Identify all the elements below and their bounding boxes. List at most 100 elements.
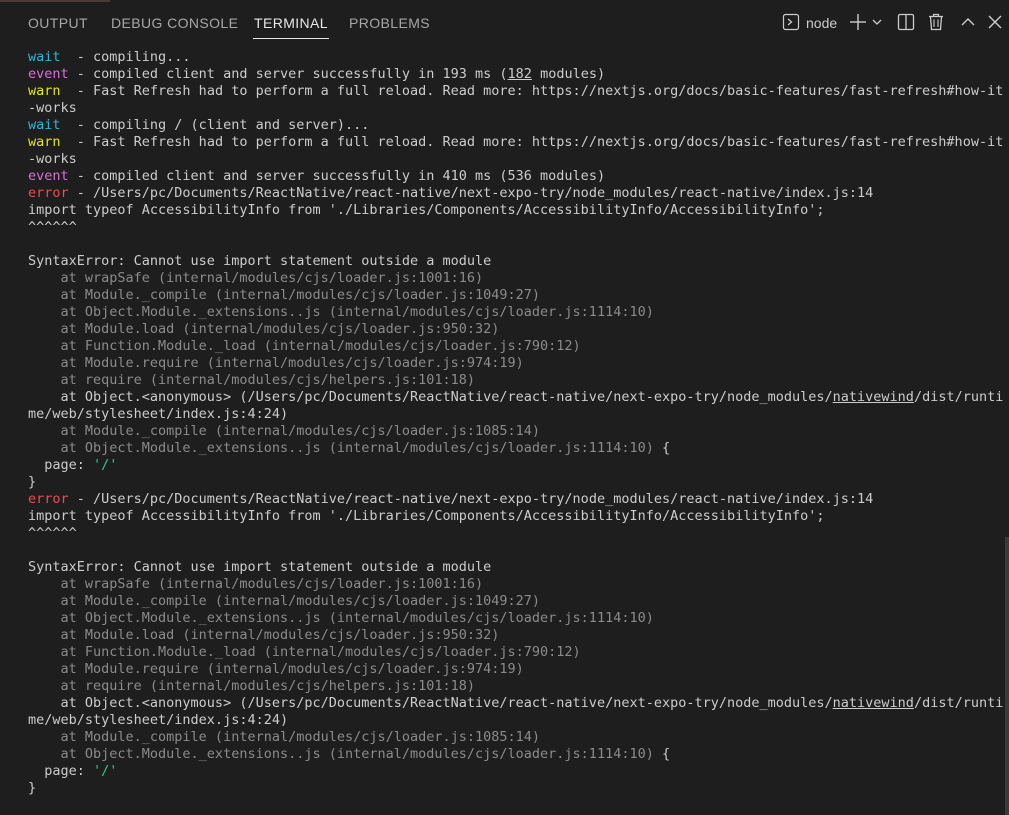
terminal-text: me/web/stylesheet/index.js:4:24): [28, 406, 289, 422]
close-icon[interactable]: [986, 12, 1004, 34]
terminal-line: error - /Users/pc/Documents/ReactNative/…: [28, 185, 993, 202]
terminal-text: - Fast Refresh had to perform a full rel…: [60, 134, 1004, 150]
terminal-text-wait: wait: [28, 117, 61, 133]
terminal-line: wait - compiling...: [28, 49, 993, 66]
tab-problems[interactable]: PROBLEMS: [349, 0, 430, 44]
terminal-text-event: event: [28, 168, 69, 184]
terminal-name-label[interactable]: node: [806, 12, 837, 34]
terminal-line: at Module.load (internal/modules/cjs/loa…: [28, 627, 993, 644]
terminal-line: at wrapSafe (internal/modules/cjs/loader…: [28, 270, 993, 287]
terminal-text-dim: at Module.load (internal/modules/cjs/loa…: [28, 627, 500, 643]
tab-output[interactable]: OUTPUT: [28, 0, 88, 44]
terminal-line: import typeof AccessibilityInfo from './…: [28, 202, 993, 219]
terminal-icon[interactable]: [782, 12, 800, 34]
terminal-text-dim: at Module._compile (internal/modules/cjs…: [28, 287, 541, 303]
terminal-line: at Module._compile (internal/modules/cjs…: [28, 729, 993, 746]
terminal-line: -works: [28, 151, 993, 168]
terminal-text-u: nativewind: [832, 389, 914, 405]
terminal-line: at Object.Module._extensions..js (intern…: [28, 610, 993, 627]
split-terminal-icon[interactable]: [897, 12, 915, 34]
terminal-line: at Object.<anonymous> (/Users/pc/Documen…: [28, 389, 1004, 406]
terminal-text: /dist/runti: [913, 389, 1004, 405]
terminal-line: at Module.load (internal/modules/cjs/loa…: [28, 321, 993, 338]
terminal-line: at wrapSafe (internal/modules/cjs/loader…: [28, 576, 993, 593]
chevron-up-icon[interactable]: [959, 12, 977, 34]
terminal-line: at Module._compile (internal/modules/cjs…: [28, 287, 993, 304]
terminal-text-dim: at Module.require (internal/modules/cjs/…: [28, 661, 524, 677]
terminal-text: SyntaxError: Cannot use import statement…: [28, 253, 492, 269]
terminal-text-warn: warn: [28, 83, 61, 99]
terminal-line: ^^^^^^: [28, 219, 993, 236]
terminal-text-dim: at Function.Module._load (internal/modul…: [28, 644, 581, 660]
trash-icon[interactable]: [927, 12, 945, 34]
terminal-line: import typeof AccessibilityInfo from './…: [28, 508, 993, 525]
terminal-text: - compiled client and server successfull…: [68, 66, 508, 82]
terminal-line: at Module._compile (internal/modules/cjs…: [28, 423, 993, 440]
plus-icon[interactable]: [849, 12, 867, 34]
terminal-text-dim: at Function.Module._load (internal/modul…: [28, 338, 581, 354]
terminal-line: warn - Fast Refresh had to perform a ful…: [28, 83, 1003, 100]
terminal-text-dim: at Object.Module._extensions..js (intern…: [28, 610, 654, 626]
terminal-line: me/web/stylesheet/index.js:4:24): [28, 712, 993, 729]
terminal-text: /dist/runti: [913, 695, 1004, 711]
terminal-text: -works: [28, 151, 77, 167]
terminal-text: }: [28, 474, 37, 490]
terminal-text-str: '/': [93, 457, 118, 473]
terminal-text-wait: wait: [28, 49, 61, 65]
terminal-line: at require (internal/modules/cjs/helpers…: [28, 678, 993, 695]
terminal-line: page: '/': [28, 457, 993, 474]
terminal-line: error - /Users/pc/Documents/ReactNative/…: [28, 491, 993, 508]
chevron-down-icon[interactable]: [871, 12, 883, 34]
terminal-line: me/web/stylesheet/index.js:4:24): [28, 406, 993, 423]
terminal-line: at require (internal/modules/cjs/helpers…: [28, 372, 993, 389]
terminal-text: }: [28, 780, 37, 796]
tab-terminal[interactable]: TERMINAL: [253, 0, 329, 44]
terminal-text: page:: [28, 457, 94, 473]
terminal-line: at Function.Module._load (internal/modul…: [28, 644, 993, 661]
terminal-text: import typeof AccessibilityInfo from './…: [28, 202, 825, 218]
terminal-text-dim: at require (internal/modules/cjs/helpers…: [28, 678, 476, 694]
terminal-line: at Object.Module._extensions..js (intern…: [28, 304, 993, 321]
terminal-text: page:: [28, 763, 94, 779]
terminal-text-u: nativewind: [832, 695, 914, 711]
terminal-line: }: [28, 474, 993, 491]
terminal-line: -works: [28, 100, 993, 117]
terminal-text: me/web/stylesheet/index.js:4:24): [28, 712, 289, 728]
terminal-text: import typeof AccessibilityInfo from './…: [28, 508, 825, 524]
terminal-text: ^^^^^^: [28, 525, 77, 541]
terminal-text-dim: at wrapSafe (internal/modules/cjs/loader…: [28, 270, 484, 286]
terminal-text-dim: at Object.Module._extensions..js (intern…: [28, 304, 654, 320]
terminal-scrollbar[interactable]: [1005, 537, 1009, 815]
terminal-text-event: event: [28, 66, 69, 82]
terminal-text: {: [653, 746, 671, 762]
terminal-text: at Object.<anonymous> (/Users/pc/Documen…: [28, 695, 833, 711]
terminal-text-dim: at Module._compile (internal/modules/cjs…: [28, 423, 541, 439]
terminal-line: at Module.require (internal/modules/cjs/…: [28, 355, 993, 372]
terminal-line: at Module.require (internal/modules/cjs/…: [28, 661, 993, 678]
terminal-text: - /Users/pc/Documents/ReactNative/react-…: [68, 185, 874, 201]
terminal-text: -works: [28, 100, 77, 116]
terminal-line: at Function.Module._load (internal/modul…: [28, 338, 993, 355]
terminal-text-dim: at Module._compile (internal/modules/cjs…: [28, 593, 541, 609]
terminal-text: - compiling / (client and server)...: [60, 117, 370, 133]
terminal-text-dim: at Module.require (internal/modules/cjs/…: [28, 355, 524, 371]
terminal-text-warn: warn: [28, 134, 61, 150]
terminal-text: modules): [531, 66, 606, 82]
terminal-text: SyntaxError: Cannot use import statement…: [28, 559, 492, 575]
terminal-text-u: 182: [507, 66, 532, 82]
terminal-line: at Object.<anonymous> (/Users/pc/Documen…: [28, 695, 1004, 712]
terminal-text-str: '/': [93, 763, 118, 779]
terminal-line: at Object.Module._extensions..js (intern…: [28, 440, 993, 457]
terminal-text-dim: at Object.Module._extensions..js (intern…: [28, 746, 654, 762]
terminal-line: at Object.Module._extensions..js (intern…: [28, 746, 993, 763]
tab-debug-console[interactable]: DEBUG CONSOLE: [111, 0, 238, 44]
terminal-output[interactable]: wait - compiling... event - compiled clie…: [28, 49, 1004, 797]
terminal-text: - Fast Refresh had to perform a full rel…: [60, 83, 1004, 99]
terminal-text-dim: at Module._compile (internal/modules/cjs…: [28, 729, 541, 745]
terminal-line: page: '/': [28, 763, 993, 780]
terminal-line: }: [28, 780, 993, 797]
terminal-text: at Object.<anonymous> (/Users/pc/Documen…: [28, 389, 833, 405]
terminal-text-error: error: [28, 491, 69, 507]
terminal-text-dim: at require (internal/modules/cjs/helpers…: [28, 372, 476, 388]
